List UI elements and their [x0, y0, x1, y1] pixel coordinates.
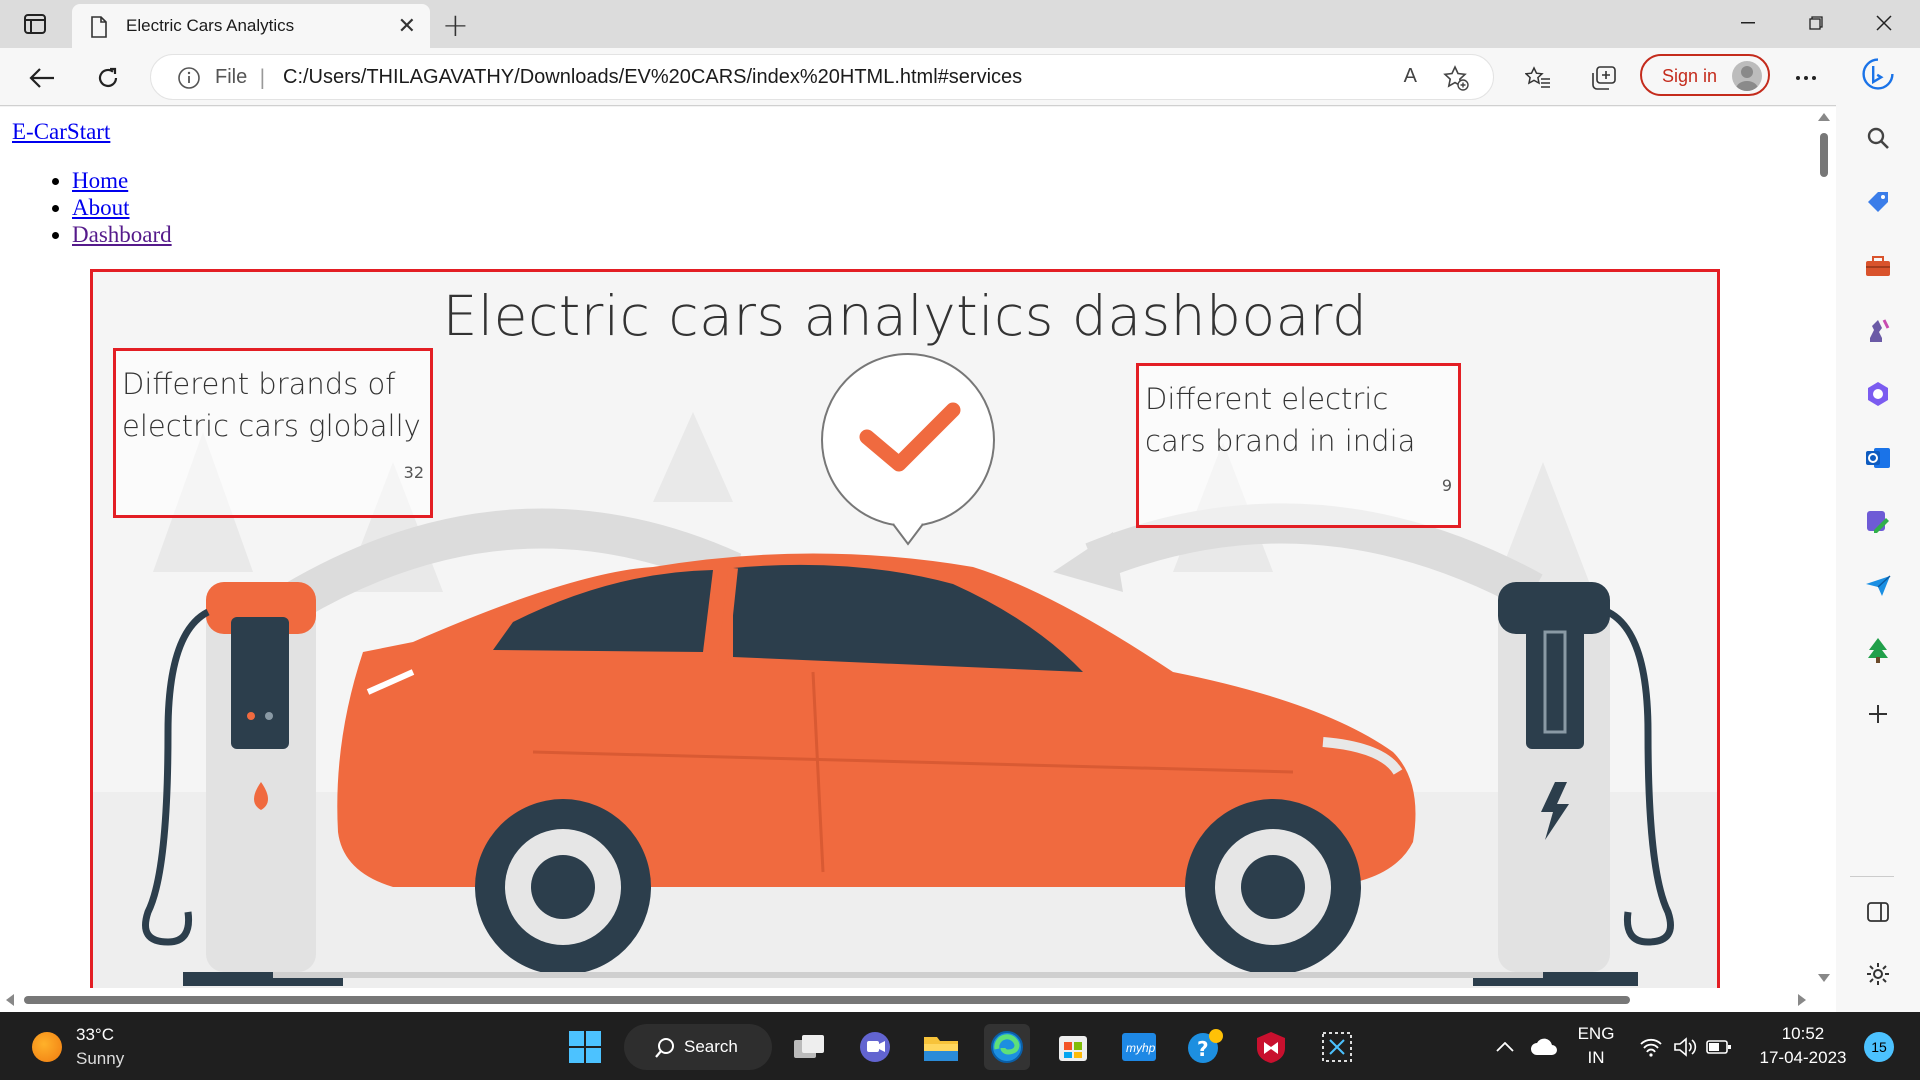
taskbar-search-button[interactable]: Search: [624, 1024, 772, 1070]
designer-icon[interactable]: [1862, 506, 1894, 538]
add-favorite-icon[interactable]: [1443, 65, 1469, 95]
clock-time[interactable]: 10:52: [1748, 1024, 1858, 1044]
sidebar-divider: [1850, 876, 1894, 877]
address-bar[interactable]: File | C:/Users/THILAGAVATHY/Downloads/E…: [150, 54, 1494, 100]
start-button-icon[interactable]: [562, 1024, 608, 1070]
kpi-label-global: Different brands of electric cars global…: [122, 363, 421, 447]
refresh-icon[interactable]: [90, 60, 126, 96]
tab-actions-icon[interactable]: [18, 10, 52, 38]
url-text[interactable]: C:/Users/THILAGAVATHY/Downloads/EV%20CAR…: [283, 66, 1022, 89]
task-view-icon[interactable]: [786, 1024, 832, 1070]
settings-gear-icon[interactable]: [1862, 958, 1894, 990]
copilot-icon[interactable]: [1862, 378, 1894, 410]
bing-chat-icon[interactable]: [1862, 58, 1894, 90]
nav-link-home[interactable]: Home: [72, 168, 128, 193]
shopping-tag-icon[interactable]: [1862, 186, 1894, 218]
split-screen-icon[interactable]: [1862, 896, 1894, 928]
scheme-label: File: [215, 66, 248, 88]
search-icon[interactable]: [1862, 122, 1894, 154]
nav-item-dashboard: Dashboard: [72, 221, 172, 248]
kpi-label-global-line2: electric cars globally: [122, 409, 421, 443]
taskbar-search-label: Search: [684, 1037, 738, 1056]
tree-icon[interactable]: [1862, 634, 1894, 666]
weather-condition[interactable]: Sunny: [76, 1049, 124, 1069]
tab-close-icon[interactable]: ✕: [398, 14, 416, 39]
browser-tab[interactable]: Electric Cars Analytics ✕: [72, 4, 430, 48]
snipping-tool-icon[interactable]: [1314, 1024, 1360, 1070]
edge-sidebar: [1836, 48, 1920, 1012]
kpi-label-global-line1: Different brands of: [122, 367, 396, 401]
checkmark-bubble: [821, 353, 995, 546]
info-icon[interactable]: [177, 66, 201, 94]
favorites-icon[interactable]: [1520, 60, 1556, 96]
language-top[interactable]: ENG: [1576, 1024, 1616, 1044]
main-nav: Home About Dashboard: [48, 167, 172, 248]
sign-in-label: Sign in: [1662, 66, 1718, 86]
windows-taskbar: 33°C Sunny Search myhp ? ENG IN 10:52 17…: [0, 1012, 1920, 1080]
title-bar: Electric Cars Analytics ✕ +: [0, 0, 1920, 48]
avatar: [1732, 61, 1762, 91]
nav-item-about: About: [72, 194, 172, 221]
nav-item-home: Home: [72, 167, 172, 194]
close-window-icon[interactable]: [1854, 8, 1914, 38]
nav-link-about[interactable]: About: [72, 195, 130, 220]
weather-sun-icon[interactable]: [32, 1032, 62, 1062]
myhp-icon[interactable]: myhp: [1116, 1024, 1162, 1070]
horizontal-scrollbar[interactable]: [0, 988, 1812, 1012]
kpi-value-india: 9: [1441, 476, 1452, 495]
language-bottom[interactable]: IN: [1576, 1048, 1616, 1068]
games-icon[interactable]: [1862, 314, 1894, 346]
kpi-label-india-line2: cars brand in india: [1145, 424, 1416, 458]
volume-icon[interactable]: [1670, 1024, 1700, 1070]
send-icon[interactable]: [1862, 570, 1894, 602]
onedrive-cloud-icon[interactable]: [1526, 1024, 1562, 1070]
show-hidden-icons-icon[interactable]: [1488, 1024, 1522, 1070]
kpi-card-india-brands[interactable]: Different electric cars brand in india 9: [1136, 363, 1461, 528]
weather-temperature[interactable]: 33°C: [76, 1025, 114, 1045]
outlook-icon[interactable]: [1862, 442, 1894, 474]
restore-icon[interactable]: [1786, 8, 1846, 38]
kpi-value-global: 32: [403, 463, 424, 482]
back-icon[interactable]: [24, 60, 60, 96]
brand-link[interactable]: E-CarStart: [12, 119, 110, 145]
mcafee-icon[interactable]: [1248, 1024, 1294, 1070]
svg-text:?: ?: [1197, 1037, 1209, 1061]
taskbar-search-icon: [655, 1038, 674, 1058]
add-icon[interactable]: [1862, 698, 1894, 730]
battery-icon[interactable]: [1704, 1024, 1734, 1070]
notification-badge[interactable]: 15: [1864, 1032, 1894, 1062]
file-explorer-icon[interactable]: [918, 1024, 964, 1070]
scrollbar-corner: [1812, 988, 1836, 1012]
nav-link-dashboard[interactable]: Dashboard: [72, 222, 172, 247]
collections-icon[interactable]: [1586, 60, 1622, 96]
svg-text:myhp: myhp: [1126, 1041, 1156, 1055]
more-options-icon[interactable]: [1788, 60, 1824, 96]
sign-in-button[interactable]: Sign in: [1640, 54, 1770, 96]
microsoft-store-icon[interactable]: [1050, 1024, 1096, 1070]
browser-toolbar: File | C:/Users/THILAGAVATHY/Downloads/E…: [0, 48, 1920, 106]
teams-chat-icon[interactable]: [852, 1024, 898, 1070]
dashboard-title: Electric cars analytics dashboard: [442, 284, 1368, 348]
new-tab-icon[interactable]: +: [442, 6, 469, 44]
clock-date[interactable]: 17-04-2023: [1748, 1048, 1858, 1068]
tab-title: Electric Cars Analytics: [126, 16, 295, 35]
wifi-icon[interactable]: [1636, 1024, 1666, 1070]
edge-browser-icon[interactable]: [984, 1024, 1030, 1070]
page-icon: [90, 16, 108, 42]
tools-icon[interactable]: [1862, 250, 1894, 282]
kpi-label-india-line1: Different electric: [1145, 382, 1389, 416]
kpi-card-global-brands[interactable]: Different brands of electric cars global…: [113, 348, 433, 518]
get-help-icon[interactable]: ?: [1182, 1024, 1228, 1070]
minimize-icon[interactable]: [1718, 8, 1778, 38]
page-viewport: E-CarStart Home About Dashboard: [0, 107, 1812, 988]
vertical-scrollbar[interactable]: [1812, 107, 1836, 988]
address-separator: |: [259, 65, 266, 89]
read-aloud-icon[interactable]: A: [1404, 65, 1417, 88]
kpi-label-india: Different electric cars brand in india: [1145, 378, 1415, 462]
dashboard-panel[interactable]: Electric cars analytics dashboard Differ…: [90, 269, 1720, 988]
